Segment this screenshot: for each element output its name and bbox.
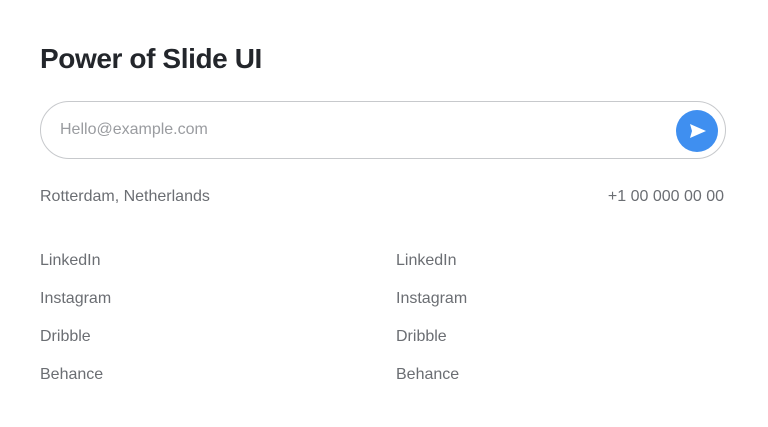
instagram-link[interactable]: Instagram bbox=[396, 290, 467, 307]
list-item: Dribble bbox=[396, 327, 467, 365]
linkedin-link[interactable]: LinkedIn bbox=[396, 252, 457, 269]
social-links-right: LinkedIn Instagram Dribble Behance bbox=[396, 251, 467, 403]
behance-link[interactable]: Behance bbox=[396, 366, 459, 383]
send-icon bbox=[690, 124, 706, 138]
location-text: Rotterdam, Netherlands bbox=[40, 188, 210, 205]
list-item: Instagram bbox=[40, 289, 111, 327]
email-field[interactable] bbox=[60, 102, 660, 158]
list-item: LinkedIn bbox=[40, 251, 111, 289]
email-subscribe-box bbox=[40, 101, 726, 159]
list-item: Behance bbox=[40, 365, 111, 403]
dribble-link[interactable]: Dribble bbox=[396, 328, 447, 345]
phone-number: +1 00 000 00 00 bbox=[607, 188, 724, 205]
linkedin-link[interactable]: LinkedIn bbox=[40, 252, 101, 269]
list-item: Behance bbox=[396, 365, 467, 403]
dribble-link[interactable]: Dribble bbox=[40, 328, 91, 345]
instagram-link[interactable]: Instagram bbox=[40, 290, 111, 307]
send-button[interactable] bbox=[676, 110, 718, 152]
list-item: Dribble bbox=[40, 327, 111, 365]
list-item: Instagram bbox=[396, 289, 467, 327]
list-item: LinkedIn bbox=[396, 251, 467, 289]
social-links-left: LinkedIn Instagram Dribble Behance bbox=[40, 251, 111, 403]
behance-link[interactable]: Behance bbox=[40, 366, 103, 383]
contact-info: Rotterdam, Netherlands +1 00 000 00 00 bbox=[40, 187, 724, 207]
page-title: Power of Slide UI bbox=[40, 43, 262, 74]
